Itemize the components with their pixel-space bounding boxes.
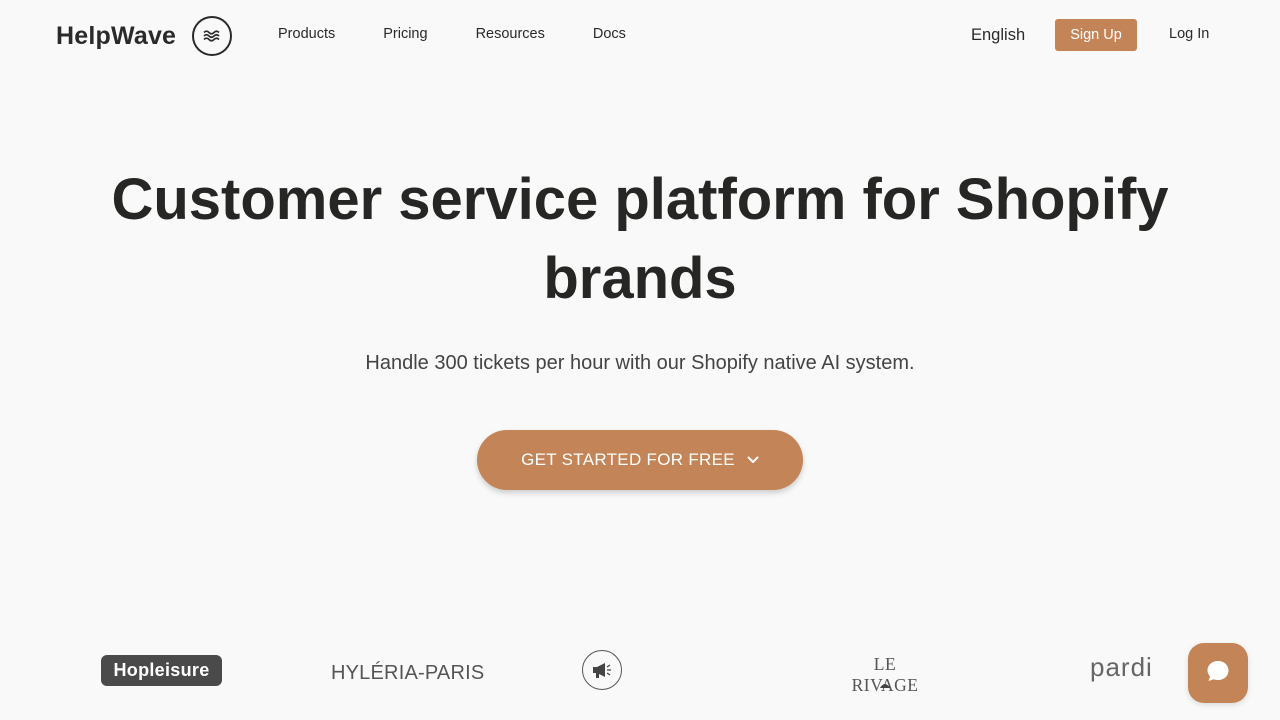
logo-pardi: pardi [1090,652,1153,682]
chat-bubble-icon [1205,658,1231,689]
top-navigation: HelpWave Products Pricing Resources Docs… [0,0,1280,72]
get-started-button[interactable]: GET STARTED FOR FREE [477,430,803,490]
log-in-link[interactable]: Log In [1169,26,1209,42]
le-rivage-mark-icon [879,676,891,694]
chevron-down-icon [747,456,759,464]
nav-link-pricing[interactable]: Pricing [383,26,427,42]
get-started-label: GET STARTED FOR FREE [521,450,735,469]
logo-hyleria-paris: HYLÉRIA-PARIS [331,662,485,684]
waves-icon [192,16,233,56]
brand-home-link[interactable]: HelpWave [56,16,233,56]
nav-link-docs[interactable]: Docs [593,26,626,42]
megaphone-logo-icon [582,650,622,690]
language-selector[interactable]: English [971,26,1025,45]
chat-widget-button[interactable] [1188,643,1248,703]
brand-name: HelpWave [56,21,177,50]
primary-nav: Products Pricing Resources Docs [278,26,626,42]
hero-subtitle: Handle 300 tickets per hour with our Sho… [365,352,915,374]
nav-link-products[interactable]: Products [278,26,335,42]
logo-hopleisure: Hopleisure [101,655,222,686]
hero-title: Customer service platform for Shopify br… [111,167,1169,311]
nav-link-resources[interactable]: Resources [476,26,545,42]
sign-up-button[interactable]: Sign Up [1055,19,1137,51]
